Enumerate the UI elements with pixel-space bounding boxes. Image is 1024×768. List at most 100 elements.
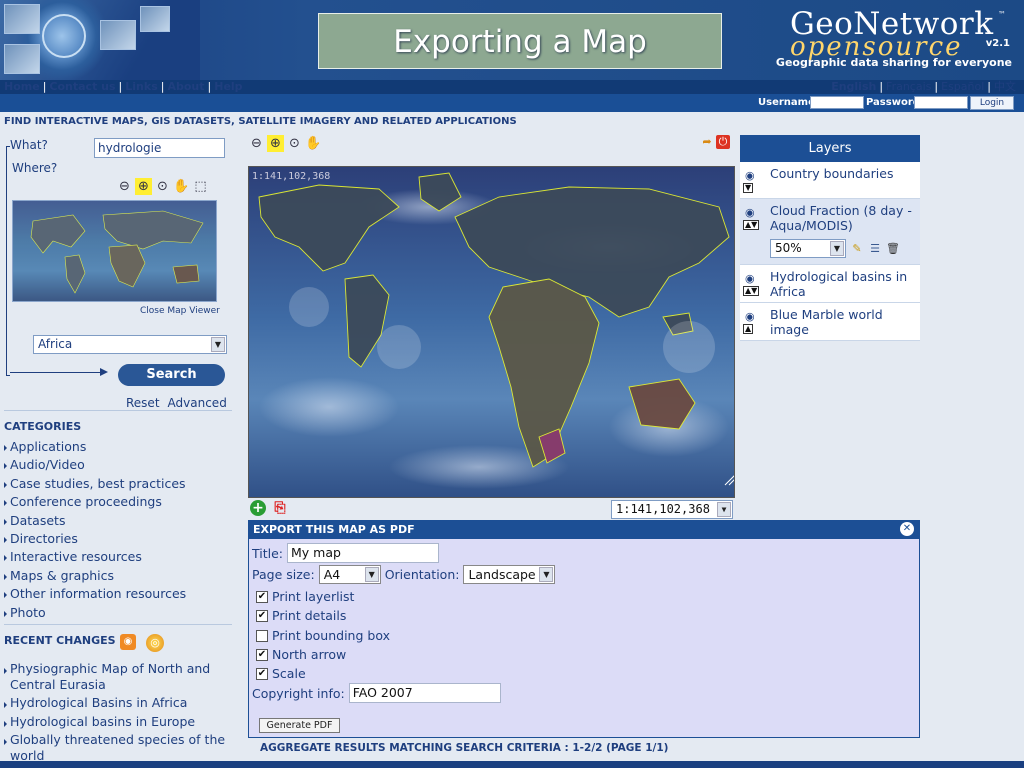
globe-icon	[42, 14, 86, 58]
aggregate-results-heading: AGGREGATE RESULTS MATCHING SEARCH CRITER…	[260, 742, 669, 754]
layer-name: Cloud Fraction (8 day - Aqua/MODIS)	[770, 203, 912, 233]
move-up-icon[interactable]: ▲	[743, 324, 754, 334]
recent-item[interactable]: Hydrological Basins in Africa	[4, 695, 234, 711]
move-up-down-icon[interactable]: ▲▼	[743, 220, 760, 230]
header-photo	[140, 6, 170, 32]
option-row: ✔ Scale	[252, 666, 306, 681]
category-item[interactable]: Datasets	[4, 512, 186, 530]
visibility-eye-icon[interactable]: ◉	[745, 168, 755, 183]
category-item[interactable]: Interactive resources	[4, 548, 186, 566]
site-header: Exporting a Map GeoNetwork ™ opensource …	[0, 0, 1024, 80]
print-details-checkbox[interactable]: ✔	[256, 609, 268, 622]
power-close-icon[interactable]: ⏻	[716, 135, 730, 149]
select-box-icon[interactable]: ⬚	[192, 178, 209, 195]
categories-title: CATEGORIES	[4, 420, 82, 433]
pan-hand-icon[interactable]: ✋	[305, 135, 322, 152]
move-down-icon[interactable]: ▼	[743, 183, 754, 193]
orientation-select[interactable]: Landscape ▼	[463, 565, 556, 584]
copyright-input[interactable]: FAO 2007	[348, 683, 501, 703]
print-layerlist-checkbox[interactable]: ✔	[256, 590, 268, 603]
move-up-down-icon[interactable]: ▲▼	[743, 286, 760, 296]
zoom-extent-icon[interactable]: ⊙	[154, 178, 171, 195]
login-button[interactable]: Login	[970, 96, 1014, 110]
pdf-export-icon[interactable]: ⎘	[272, 500, 288, 516]
recent-item[interactable]: Hydrological basins in Europe	[4, 714, 234, 730]
chevron-down-icon: ▼	[211, 337, 225, 352]
nav-about[interactable]: About	[167, 80, 204, 93]
recent-changes-list: Physiographic Map of North and Central E…	[4, 661, 234, 766]
layer-item[interactable]: ◉ ▲▼ Hydrological basins in Africa	[740, 265, 920, 303]
category-item[interactable]: Maps & graphics	[4, 567, 186, 585]
scale-checkbox[interactable]: ✔	[256, 667, 268, 680]
what-input[interactable]: hydrologie	[94, 138, 225, 158]
zoom-in-icon[interactable]: ⊕	[267, 135, 284, 152]
nav-links[interactable]: Links	[125, 80, 157, 93]
visibility-eye-icon[interactable]: ◉	[745, 271, 755, 286]
lang-chinese[interactable]: 中文	[994, 80, 1016, 93]
lang-francais[interactable]: Français	[886, 80, 931, 93]
category-item[interactable]: Conference proceedings	[4, 493, 186, 511]
opacity-value: 50%	[775, 241, 802, 255]
lang-english[interactable]: English	[831, 80, 876, 93]
undock-icon[interactable]: ➦	[700, 135, 714, 149]
nav-help[interactable]: Help	[214, 80, 242, 93]
mini-map-tools: ⊖ ⊕ ⊙ ✋ ⬚	[116, 178, 209, 195]
generate-pdf-button[interactable]: Generate PDF	[259, 718, 340, 733]
pdf-title-input[interactable]: My map	[287, 543, 439, 563]
username-input[interactable]	[810, 96, 864, 109]
geonetwork-logo[interactable]: GeoNetwork ™ opensource v2.1	[790, 6, 1020, 62]
title-label: Title:	[252, 545, 283, 561]
close-icon[interactable]: ✕	[900, 522, 914, 536]
category-item[interactable]: Audio/Video	[4, 456, 186, 474]
opacity-select[interactable]: 50% ▼	[770, 239, 846, 258]
lang-espanol[interactable]: Español	[941, 80, 984, 93]
search-button[interactable]: Search	[118, 364, 225, 386]
what-label: What?	[10, 138, 48, 152]
zoom-in-icon[interactable]: ⊕	[135, 178, 152, 195]
reset-link[interactable]: Reset	[126, 396, 160, 410]
category-item[interactable]: Case studies, best practices	[4, 475, 186, 493]
page-size-select[interactable]: A4 ▼	[318, 565, 381, 584]
nav-contact-us[interactable]: Contact us	[49, 80, 115, 93]
category-item[interactable]: Applications	[4, 438, 186, 456]
search-options: Reset Advanced	[126, 396, 235, 410]
pan-hand-icon[interactable]: ✋	[173, 178, 190, 195]
mini-map-image	[13, 201, 216, 301]
layers-panel: Layers ◉ ▼ Country boundaries ◉ ▲▼ Cloud…	[740, 135, 920, 341]
category-item[interactable]: Other information resources	[4, 585, 186, 603]
visibility-eye-icon[interactable]: ◉	[745, 309, 755, 324]
add-layer-icon[interactable]: +	[250, 500, 266, 516]
main-map[interactable]	[248, 166, 735, 498]
layer-item-selected[interactable]: ◉ ▲▼ Cloud Fraction (8 day - Aqua/MODIS)…	[740, 199, 920, 265]
divider	[4, 410, 232, 411]
layer-item[interactable]: ◉ ▲ Blue Marble world image	[740, 303, 920, 341]
recent-item[interactable]: Physiographic Map of North and Central E…	[4, 661, 234, 692]
layer-info-icon[interactable]: ☰	[868, 242, 882, 256]
mini-map[interactable]	[12, 200, 217, 302]
edit-layer-icon[interactable]: ✎	[850, 242, 864, 256]
print-bounding-box-checkbox[interactable]	[256, 629, 268, 642]
close-map-viewer-link[interactable]: Close Map Viewer	[140, 306, 220, 316]
advanced-link[interactable]: Advanced	[168, 396, 227, 410]
zoom-extent-icon[interactable]: ⊙	[286, 135, 303, 152]
zoom-out-icon[interactable]: ⊖	[248, 135, 265, 152]
georss-icon[interactable]: ◎	[146, 634, 164, 652]
rss-feed-icon[interactable]: ◉	[120, 634, 136, 650]
map-scale-text: 1:141,102,368	[252, 171, 331, 182]
north-arrow-checkbox[interactable]: ✔	[256, 648, 268, 661]
map-image	[249, 167, 734, 497]
password-input[interactable]	[914, 96, 968, 109]
export-title: EXPORT THIS MAP AS PDF ✕	[249, 521, 919, 539]
nav-home[interactable]: Home	[4, 80, 40, 93]
recent-item[interactable]: Globally threatened species of the world	[4, 732, 234, 763]
scale-select[interactable]: 1:141,102,368 ▼	[611, 500, 733, 519]
visibility-eye-icon[interactable]: ◉	[745, 205, 755, 220]
category-item[interactable]: Directories	[4, 530, 186, 548]
region-select[interactable]: Africa ▼	[33, 335, 227, 354]
map-window-controls: ➦ ⏻	[700, 135, 730, 149]
option-label: Scale	[272, 666, 306, 681]
delete-layer-icon[interactable]: 🗑	[886, 242, 900, 256]
zoom-out-icon[interactable]: ⊖	[116, 178, 133, 195]
category-item[interactable]: Photo	[4, 604, 186, 622]
layer-item[interactable]: ◉ ▼ Country boundaries	[740, 162, 920, 199]
